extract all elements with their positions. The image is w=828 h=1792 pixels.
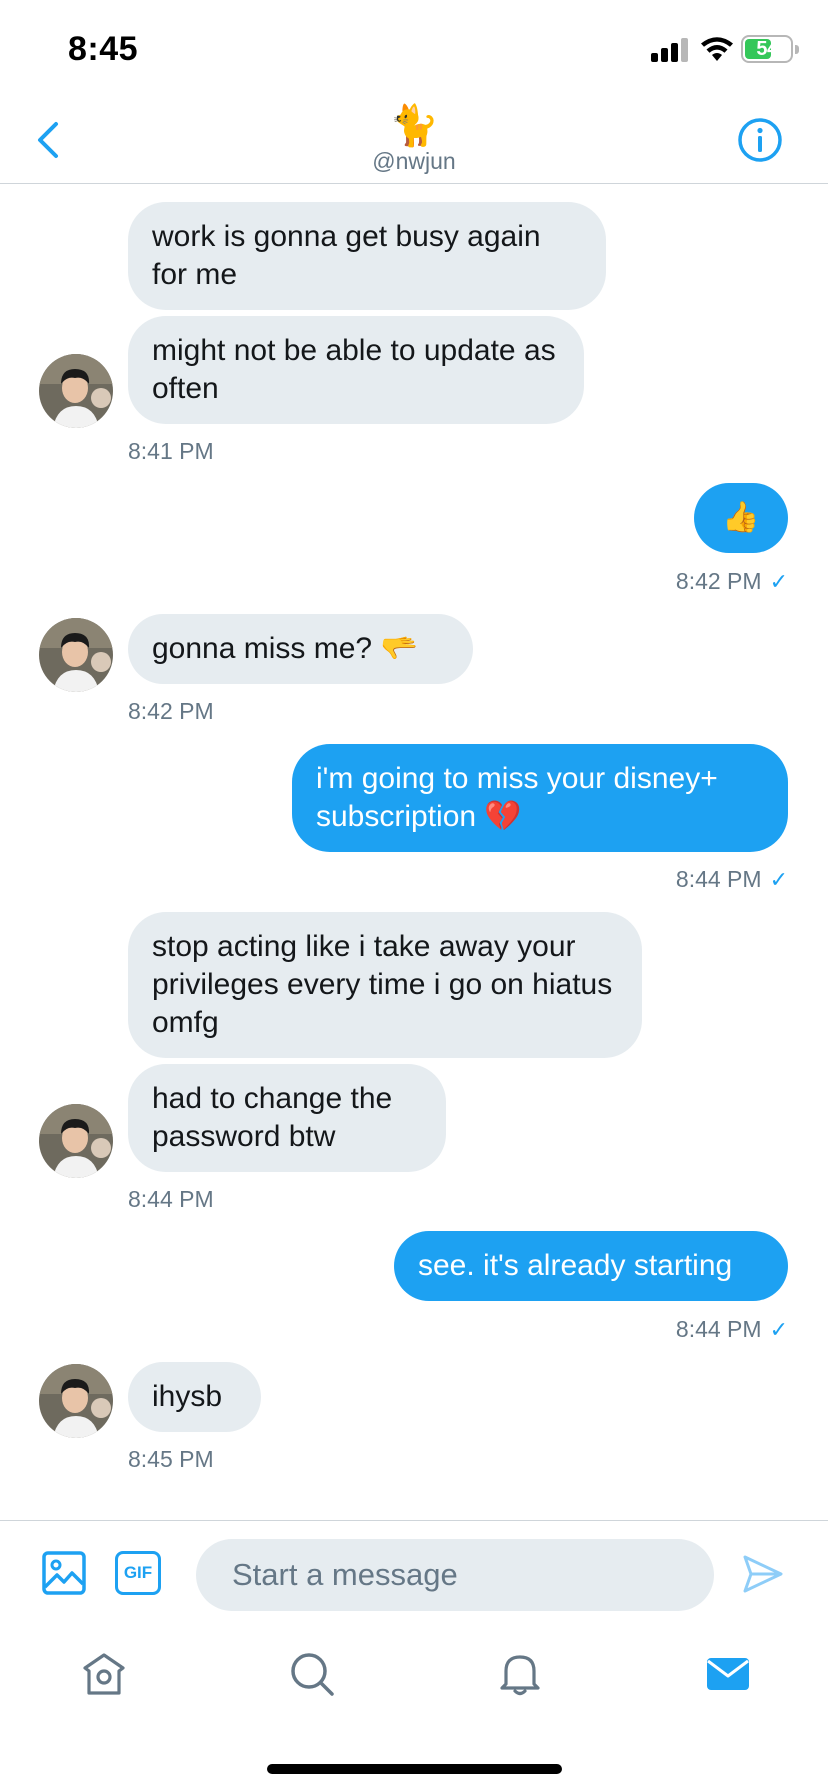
status-bar: 8:45 54 xyxy=(0,0,828,100)
image-icon[interactable] xyxy=(42,1551,86,1595)
outgoing-message[interactable]: 👍 xyxy=(694,483,788,553)
incoming-message[interactable]: work is gonna get busy again for me xyxy=(128,202,606,310)
home-icon[interactable] xyxy=(80,1650,128,1698)
read-check-icon: ✓ xyxy=(769,867,788,892)
message-timestamp: 8:42 PM ✓ xyxy=(676,568,788,595)
battery-icon: 54 xyxy=(741,35,799,63)
home-indicator xyxy=(267,1764,562,1774)
incoming-message[interactable]: gonna miss me? 🫳 xyxy=(128,614,473,684)
read-check-icon: ✓ xyxy=(769,569,788,594)
info-icon[interactable] xyxy=(736,116,784,164)
read-check-icon: ✓ xyxy=(769,1317,788,1342)
incoming-message[interactable]: had to change the password btw xyxy=(128,1064,446,1172)
message-timestamp: 8:41 PM xyxy=(128,438,214,464)
incoming-message[interactable]: stop acting like i take away your privil… xyxy=(128,912,642,1058)
message-timestamp: 8:44 PM ✓ xyxy=(676,866,788,893)
timestamp-text: 8:42 PM xyxy=(675,568,762,594)
battery-percent: 54 xyxy=(756,38,778,60)
incoming-message[interactable]: ihysb xyxy=(128,1362,261,1432)
message-composer: GIF xyxy=(0,1520,828,1620)
cellular-signal-icon xyxy=(651,38,689,62)
gif-button[interactable]: GIF xyxy=(115,1551,161,1595)
wifi-icon xyxy=(701,37,733,61)
message-timestamp: 8:44 PM ✓ xyxy=(676,1316,788,1343)
timestamp-text: 8:44 PM xyxy=(675,866,762,892)
status-time: 8:45 xyxy=(68,30,139,68)
outgoing-message[interactable]: i'm going to miss your disney+ subscript… xyxy=(292,744,788,852)
search-icon[interactable] xyxy=(288,1650,336,1698)
profile-emoji: 🐈 xyxy=(389,104,439,148)
outgoing-message[interactable]: see. it's already starting xyxy=(394,1231,788,1301)
send-icon[interactable] xyxy=(742,1553,784,1595)
avatar[interactable] xyxy=(39,1104,113,1178)
message-timestamp: 8:42 PM xyxy=(128,698,214,724)
avatar[interactable] xyxy=(39,1364,113,1438)
message-thread[interactable]: work is gonna get busy again for me migh… xyxy=(0,186,828,1520)
avatar[interactable] xyxy=(39,618,113,692)
incoming-message[interactable]: might not be able to update as often xyxy=(128,316,584,424)
message-input[interactable] xyxy=(196,1539,714,1611)
tab-bar xyxy=(0,1620,828,1792)
notifications-bell-icon[interactable] xyxy=(496,1650,544,1698)
conversation-title[interactable]: 🐈 @nwjun xyxy=(0,104,828,175)
timestamp-text: 8:44 PM xyxy=(675,1316,762,1342)
message-input-container[interactable] xyxy=(196,1539,714,1611)
message-timestamp: 8:45 PM xyxy=(128,1446,214,1472)
message-timestamp: 8:44 PM xyxy=(128,1186,214,1212)
avatar[interactable] xyxy=(39,354,113,428)
conversation-header: 🐈 @nwjun xyxy=(0,100,828,184)
messages-mail-icon[interactable] xyxy=(704,1650,752,1698)
profile-handle: @nwjun xyxy=(372,148,456,174)
